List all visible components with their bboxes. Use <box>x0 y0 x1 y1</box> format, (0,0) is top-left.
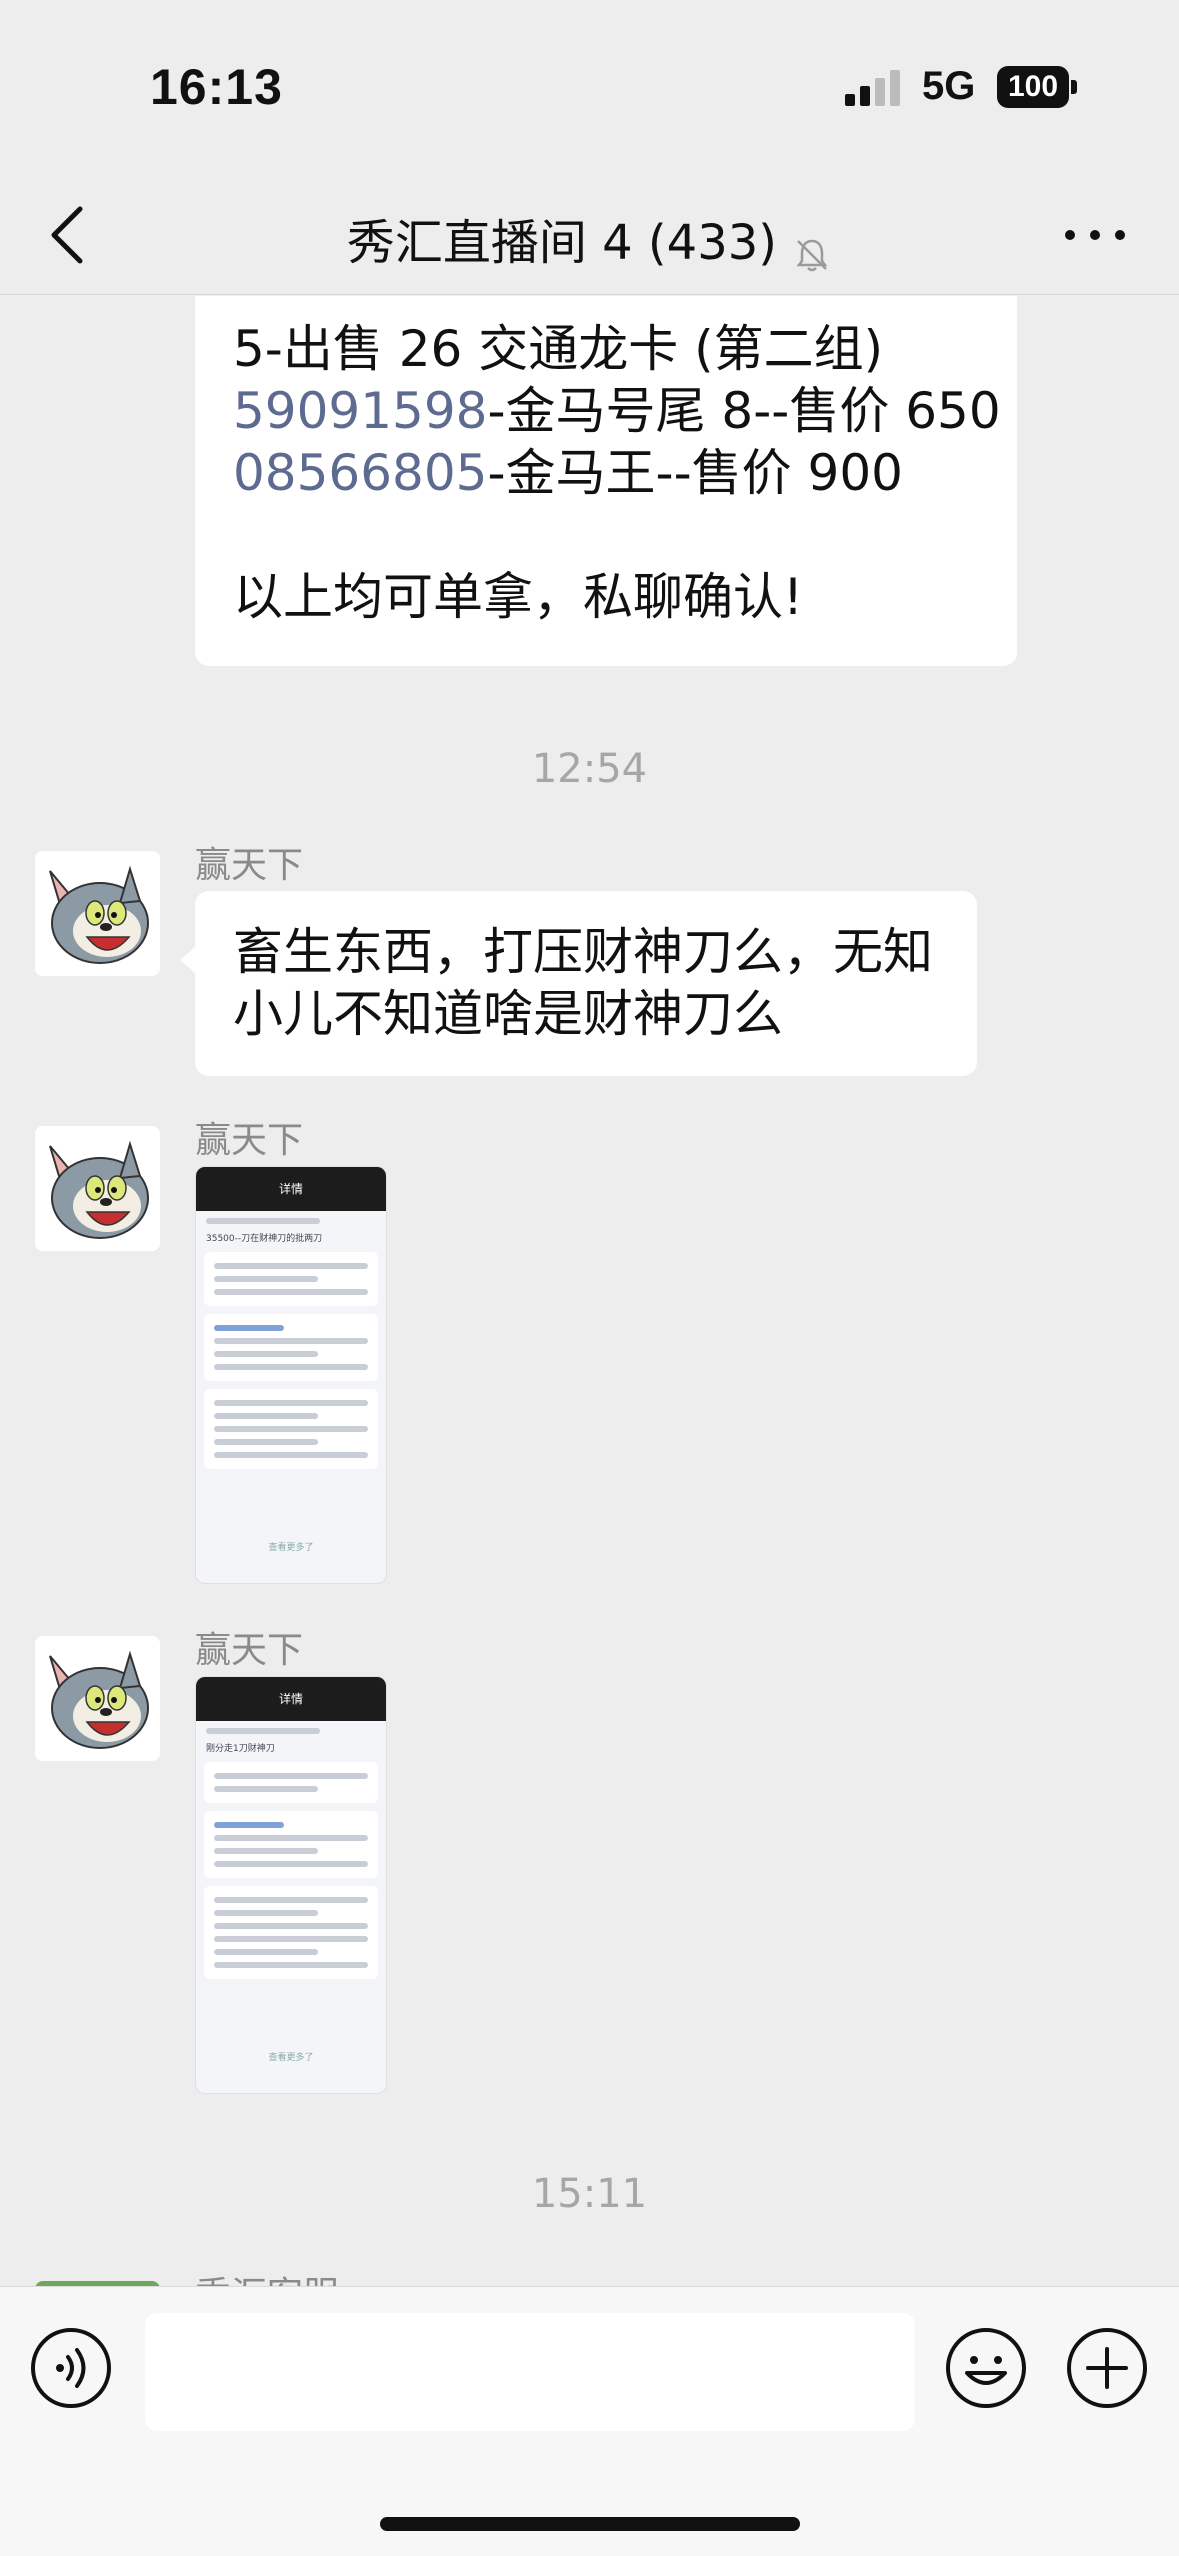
message-bubble-sale-list[interactable]: 5-出售 26 交通龙卡 (第二组) 59091598-金马号尾 8--售价 6… <box>195 296 1017 666</box>
message-line: 59091598-金马号尾 8--售价 650 <box>233 380 1001 442</box>
thumb-card <box>204 1252 378 1306</box>
thumb-line <box>214 1936 368 1942</box>
thumb-line <box>214 1897 368 1903</box>
battery-level: 100 <box>997 66 1069 108</box>
thumb-card <box>204 1389 378 1469</box>
chat-title-wrap: 秀汇直播间 4 (433) <box>0 203 1179 275</box>
chat-title[interactable]: 秀汇直播间 4 (433) <box>347 215 777 271</box>
thumb-line <box>214 1439 319 1445</box>
mute-bell-icon <box>796 239 828 271</box>
home-indicator[interactable] <box>380 2517 800 2531</box>
thumb-line <box>214 1276 319 1282</box>
thumb-line <box>214 1413 319 1419</box>
thumb-line <box>214 1910 319 1916</box>
sender-name: 秀汇客服 <box>195 2266 339 2286</box>
message-input[interactable] <box>145 2313 915 2431</box>
chat-message-list[interactable]: 5-出售 26 交通龙卡 (第二组) 59091598-金马号尾 8--售价 6… <box>0 296 1179 2286</box>
signal-icon <box>845 70 900 106</box>
timestamp: 12:54 <box>531 746 648 792</box>
thumb-title: 详情 <box>196 1167 386 1211</box>
thumb-line <box>214 1962 368 1968</box>
message-line: 畜生东西，打压财神刀么，无知 <box>233 923 933 981</box>
network-type: 5G <box>922 64 976 108</box>
thumb-line <box>214 1351 319 1357</box>
thumb-line <box>214 1426 368 1432</box>
thumb-more-link: 查看更多了 <box>268 1543 314 1553</box>
thumb-caption: 35500--刀在财神刀的批两刀 <box>206 1234 323 1244</box>
cat-avatar-icon <box>35 1126 160 1251</box>
thumb-line <box>214 1786 319 1792</box>
status-bar: 16:13 5G 100 <box>0 0 1179 175</box>
thumb-line <box>214 1822 284 1828</box>
thumb-line <box>214 1861 368 1867</box>
status-time: 16:13 <box>150 59 283 115</box>
thumb-line <box>214 1400 368 1406</box>
sender-name: 赢天下 <box>195 1630 304 1671</box>
thumb-line <box>214 1452 368 1458</box>
avatar[interactable] <box>35 1126 160 1251</box>
thumb-card <box>204 1886 378 1979</box>
chat-header: 秀汇直播间 4 (433) <box>0 175 1179 295</box>
timestamp: 15:11 <box>531 2171 648 2217</box>
thumb-line <box>214 1289 368 1295</box>
thumb-line <box>206 1218 320 1224</box>
thumb-card <box>204 1811 378 1878</box>
thumb-line <box>214 1263 368 1269</box>
thumb-line <box>214 1325 284 1331</box>
phone-number-link[interactable]: 59091598 <box>233 382 488 440</box>
message-text: -金马号尾 8--售价 650 <box>487 382 1001 440</box>
plus-icon[interactable] <box>1066 2327 1148 2409</box>
message-bubble-text[interactable]: 畜生东西，打压财神刀么，无知 小儿不知道啥是财神刀么 <box>195 891 977 1076</box>
more-dots-icon[interactable] <box>1060 215 1130 255</box>
thumb-line <box>214 1773 368 1779</box>
thumb-line <box>214 1364 368 1370</box>
thumb-title: 详情 <box>196 1677 386 1721</box>
voice-icon[interactable] <box>30 2327 112 2409</box>
sender-name: 赢天下 <box>195 845 304 886</box>
input-bar <box>0 2286 1179 2556</box>
bubble-tail <box>180 946 196 974</box>
thumb-more-link: 查看更多了 <box>268 2053 314 2063</box>
thumb-card <box>204 1314 378 1381</box>
thumb-line <box>206 1728 320 1734</box>
emoji-icon[interactable] <box>945 2327 1027 2409</box>
thumb-line <box>214 1338 368 1344</box>
avatar[interactable] <box>35 1636 160 1761</box>
image-message-thumbnail[interactable]: 详情 35500--刀在财神刀的批两刀 查看更多了 <box>195 1166 387 1584</box>
thumb-line <box>214 1848 319 1854</box>
thumb-card <box>204 1762 378 1803</box>
sender-name: 赢天下 <box>195 1120 304 1161</box>
message-text: -金马王--售价 900 <box>487 444 903 502</box>
thumb-line <box>214 1835 368 1841</box>
battery-icon: 100 <box>997 66 1077 108</box>
phone-number-link[interactable]: 08566805 <box>233 444 488 502</box>
message-line: 小儿不知道啥是财神刀么 <box>233 985 783 1043</box>
message-line: 5-出售 26 交通龙卡 (第二组) <box>233 320 884 378</box>
message-line: 以上均可单拿，私聊确认! <box>233 568 804 626</box>
message-line: 08566805-金马王--售价 900 <box>233 442 979 504</box>
cat-avatar-icon <box>35 851 160 976</box>
thumb-line <box>214 1949 319 1955</box>
image-message-thumbnail[interactable]: 详情 刚分走1刀财神刀 查看更多了 <box>195 1676 387 2094</box>
thumb-line <box>214 1923 368 1929</box>
avatar[interactable] <box>35 851 160 976</box>
cat-avatar-icon <box>35 1636 160 1761</box>
thumb-caption: 刚分走1刀财神刀 <box>206 1744 275 1754</box>
